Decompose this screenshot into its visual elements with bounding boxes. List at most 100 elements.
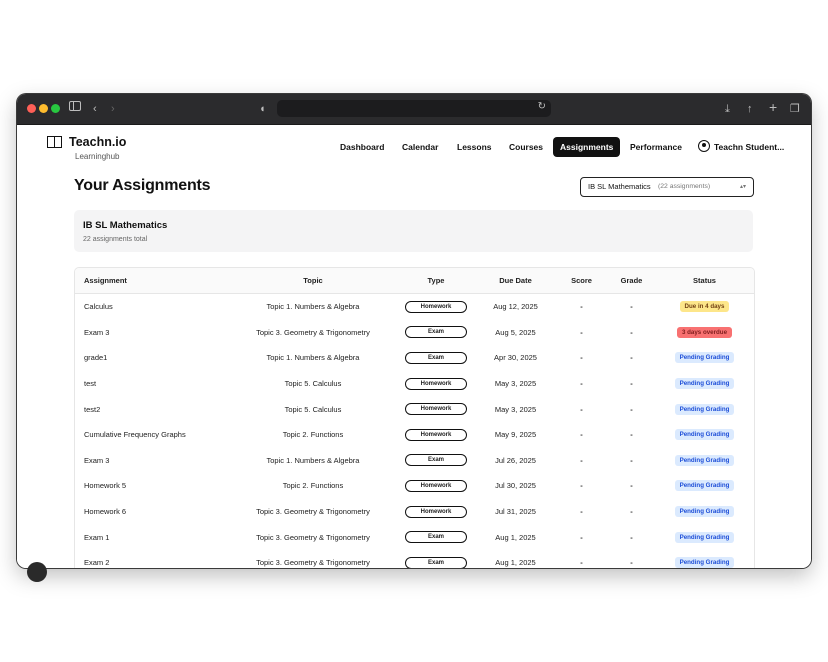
status-badge: 3 days overdue bbox=[676, 326, 733, 338]
shield-icon[interactable]: ◖ bbox=[259, 101, 266, 117]
assignment-name[interactable]: Homework 6 bbox=[84, 499, 126, 525]
minimize-window-button[interactable] bbox=[39, 104, 48, 113]
type-cell: Exam bbox=[405, 448, 467, 474]
maximize-window-button[interactable] bbox=[51, 104, 60, 113]
main-nav: Dashboard Calendar Lessons Courses Assig… bbox=[17, 137, 811, 157]
share-icon[interactable]: ↑ bbox=[747, 101, 753, 117]
course-card-title: IB SL Mathematics bbox=[83, 220, 168, 231]
type-badge: Homework bbox=[405, 300, 467, 313]
assignment-topic: Topic 3. Geometry & Trigonometry bbox=[256, 532, 370, 542]
assignment-name[interactable]: Exam 3 bbox=[84, 320, 109, 346]
table-row[interactable]: test2 Topic 5. Calculus Homework May 3, 202… bbox=[75, 396, 754, 423]
type-badge: Exam bbox=[405, 351, 467, 364]
status-cell: Due in 4 days bbox=[656, 294, 753, 320]
header-due-date: Due Date bbox=[499, 276, 532, 285]
type-cell: Homework bbox=[405, 473, 467, 499]
user-circle-icon[interactable] bbox=[698, 140, 710, 152]
header-grade: Grade bbox=[620, 276, 643, 285]
assignment-name[interactable]: test2 bbox=[84, 396, 100, 422]
table-row[interactable]: test Topic 5. Calculus Homework May 3, 2025… bbox=[75, 370, 754, 398]
assignment-name[interactable]: Exam 1 bbox=[84, 524, 109, 550]
type-badge: Homework bbox=[405, 377, 467, 390]
forward-icon[interactable]: › bbox=[111, 101, 115, 117]
due-date: Jul 30, 2025 bbox=[495, 481, 536, 491]
table-row[interactable]: Exam 3 Topic 1. Numbers & Algebra Exam Jul … bbox=[75, 447, 754, 475]
status-cell: Pending Grading bbox=[656, 524, 753, 550]
table-row[interactable]: Homework 5 Topic 2. Functions Homework Jul … bbox=[75, 473, 754, 500]
status-cell: Pending Grading bbox=[656, 422, 753, 448]
due-date: Aug 12, 2025 bbox=[493, 302, 538, 312]
type-badge: Exam bbox=[405, 454, 467, 467]
grade: - bbox=[630, 302, 633, 312]
due-date: May 3, 2025 bbox=[494, 379, 537, 389]
type-cell: Exam bbox=[405, 550, 467, 568]
new-tab-icon[interactable]: + bbox=[769, 99, 777, 115]
grade: - bbox=[630, 379, 633, 389]
course-select[interactable]: IB SL Mathematics (22 assignments) ▴▾ bbox=[580, 177, 754, 197]
assignment-name[interactable]: Exam 3 bbox=[84, 448, 109, 474]
nav-courses[interactable]: Courses bbox=[509, 137, 543, 157]
status-badge: Due in 4 days bbox=[679, 301, 730, 313]
score: - bbox=[580, 430, 583, 440]
type-badge: Homework bbox=[405, 479, 467, 492]
header-topic: Topic bbox=[303, 276, 323, 285]
tabs-icon[interactable]: ❐ bbox=[790, 101, 800, 117]
type-cell: Exam bbox=[405, 524, 467, 550]
address-bar[interactable]: ↻ bbox=[277, 100, 551, 117]
table-header: Assignment Topic Type Due Date Score Gra… bbox=[75, 268, 754, 294]
status-cell: Pending Grading bbox=[656, 396, 753, 422]
assignment-topic: Topic 1. Numbers & Algebra bbox=[266, 353, 360, 363]
user-menu[interactable]: Teachn Student... bbox=[714, 137, 784, 157]
due-date: Jul 31, 2025 bbox=[495, 507, 536, 517]
table-row[interactable]: Cumulative Frequency Graphs Topic 2. Func… bbox=[75, 422, 754, 449]
table-row[interactable]: Exam 2 Topic 3. Geometry & Trigonometry Ex… bbox=[75, 550, 754, 568]
nav-assignments[interactable]: Assignments bbox=[553, 137, 621, 157]
grade: - bbox=[630, 558, 633, 568]
type-cell: Homework bbox=[405, 396, 467, 422]
nav-calendar[interactable]: Calendar bbox=[402, 137, 438, 157]
assignment-topic: Topic 2. Functions bbox=[282, 430, 344, 440]
reload-icon[interactable]: ↻ bbox=[538, 101, 546, 112]
assignment-name[interactable]: Cumulative Frequency Graphs bbox=[84, 422, 186, 448]
header-type: Type bbox=[427, 276, 445, 285]
type-badge: Exam bbox=[405, 326, 467, 339]
course-select-label: IB SL Mathematics bbox=[588, 182, 651, 191]
chevron-updown-icon: ▴▾ bbox=[739, 184, 746, 190]
nav-dashboard[interactable]: Dashboard bbox=[340, 137, 384, 157]
sidebar-icon[interactable] bbox=[69, 101, 81, 111]
type-cell: Homework bbox=[405, 499, 467, 525]
assignment-name[interactable]: test bbox=[84, 371, 96, 397]
grade: - bbox=[630, 532, 633, 542]
status-cell: Pending Grading bbox=[656, 499, 753, 525]
assignment-topic: Topic 2. Functions bbox=[282, 481, 344, 491]
due-date: Jul 26, 2025 bbox=[495, 455, 536, 465]
assignment-name[interactable]: Exam 2 bbox=[84, 550, 109, 568]
close-window-button[interactable] bbox=[27, 104, 36, 113]
due-date: Aug 5, 2025 bbox=[495, 327, 536, 337]
table-row[interactable]: Calculus Topic 1. Numbers & Algebra Homewo… bbox=[75, 294, 754, 321]
status-badge: Pending Grading bbox=[674, 429, 735, 441]
type-badge: Exam bbox=[405, 556, 467, 568]
download-icon[interactable]: ⤓ bbox=[725, 101, 730, 117]
score: - bbox=[580, 353, 583, 363]
type-badge: Homework bbox=[405, 428, 467, 441]
type-badge: Homework bbox=[405, 505, 467, 518]
status-badge: Pending Grading bbox=[674, 480, 735, 492]
help-chat-button[interactable] bbox=[27, 562, 47, 582]
due-date: Aug 1, 2025 bbox=[495, 532, 536, 542]
status-badge: Pending Grading bbox=[674, 378, 735, 390]
table-row[interactable]: grade1 Topic 1. Numbers & Algebra Exam Apr … bbox=[75, 345, 754, 372]
table-row[interactable]: Exam 3 Topic 3. Geometry & Trigonometry Ex… bbox=[75, 319, 754, 347]
grade: - bbox=[630, 404, 633, 414]
header-assignment: Assignment bbox=[84, 276, 127, 285]
assignment-topic: Topic 3. Geometry & Trigonometry bbox=[256, 507, 370, 517]
assignment-name[interactable]: Homework 5 bbox=[84, 473, 126, 499]
status-badge: Pending Grading bbox=[674, 557, 735, 568]
table-row[interactable]: Homework 6 Topic 3. Geometry & Trigonomet… bbox=[75, 498, 754, 526]
nav-performance[interactable]: Performance bbox=[630, 137, 682, 157]
back-icon[interactable]: ‹ bbox=[93, 101, 97, 117]
nav-lessons[interactable]: Lessons bbox=[457, 137, 492, 157]
table-row[interactable]: Exam 1 Topic 3. Geometry & Trigonometry Ex… bbox=[75, 524, 754, 551]
assignment-name[interactable]: grade1 bbox=[84, 345, 107, 371]
assignment-name[interactable]: Calculus bbox=[84, 294, 113, 320]
